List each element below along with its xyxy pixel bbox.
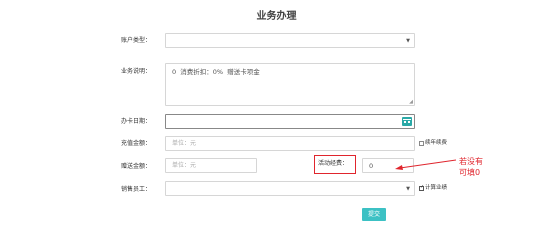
business-desc-value: 0 消费折扣：0% 赠送卡项金 bbox=[172, 68, 260, 76]
recharge-placeholder: 单位：元 bbox=[172, 140, 197, 147]
performance-checkbox-label: 计算业绩 bbox=[425, 185, 448, 191]
submit-button[interactable]: 提交 bbox=[362, 208, 386, 221]
account-type-label: 账户类型： bbox=[121, 37, 152, 44]
calendar-icon[interactable] bbox=[402, 117, 412, 126]
recharge-input[interactable]: 单位：元 bbox=[165, 136, 415, 151]
recharge-label: 充值金额： bbox=[121, 140, 152, 147]
annotation-arrow bbox=[395, 159, 457, 170]
business-desc-label: 业务说明： bbox=[121, 68, 152, 75]
performance-checkbox[interactable]: ✓ bbox=[419, 184, 425, 191]
page-title: 业务办理 bbox=[256, 11, 297, 22]
gift-placeholder: 单位：元 bbox=[172, 162, 197, 169]
checkmark-icon: ✓ bbox=[420, 184, 425, 190]
renew-checkbox-label: 续年续费 bbox=[425, 140, 448, 146]
activity-fee-label: 活动经费： bbox=[318, 160, 349, 167]
account-type-select[interactable]: ▼ bbox=[165, 33, 415, 48]
card-date-input[interactable] bbox=[165, 114, 415, 129]
card-date-label: 办卡日期： bbox=[121, 118, 152, 125]
chevron-down-icon: ▼ bbox=[406, 38, 410, 44]
annotation-line1: 若没有 bbox=[459, 157, 483, 166]
gift-input[interactable]: 单位：元 bbox=[165, 158, 257, 173]
annotation-line2: 可填0 bbox=[459, 168, 481, 177]
renew-checkbox[interactable] bbox=[419, 141, 424, 146]
chevron-down-icon: ▼ bbox=[406, 186, 410, 192]
sales-staff-label: 销售员工： bbox=[121, 186, 152, 193]
activity-fee-value: 0 bbox=[369, 162, 374, 170]
gift-label: 赠送金额： bbox=[121, 163, 152, 170]
resize-handle-icon[interactable]: ◢ bbox=[409, 100, 413, 105]
business-desc-textarea[interactable]: 0 消费折扣：0% 赠送卡项金 ◢ bbox=[165, 63, 415, 106]
sales-staff-select[interactable]: ▼ bbox=[165, 181, 415, 196]
